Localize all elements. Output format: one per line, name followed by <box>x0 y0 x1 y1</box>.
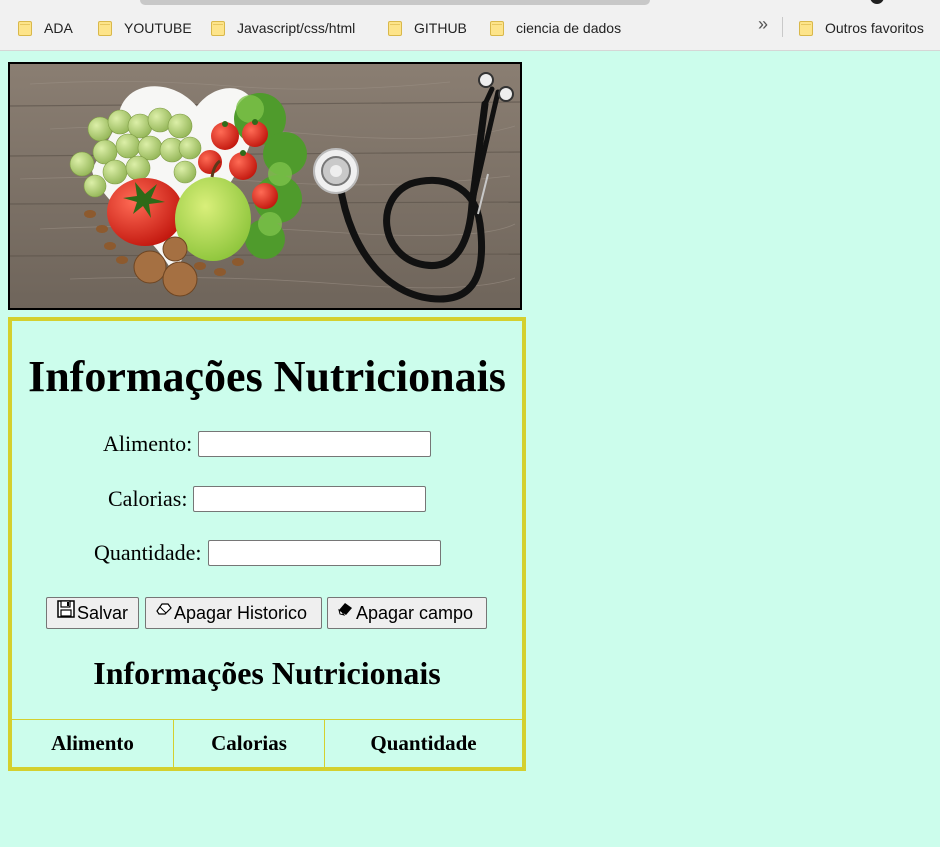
quantity-label: Quantidade: <box>94 540 202 565</box>
clear-field-button[interactable]: Apagar campo <box>327 597 487 629</box>
bookmarks-divider <box>782 17 783 37</box>
profile-icon[interactable] <box>870 0 884 4</box>
eraser-icon <box>338 602 354 616</box>
address-bar-edge <box>140 0 650 5</box>
bookmark-label: YOUTUBE <box>124 20 192 36</box>
save-button[interactable]: Salvar <box>46 597 139 629</box>
folder-icon <box>18 20 32 36</box>
calories-row: Calorias: <box>108 486 427 512</box>
clear-history-label: Apagar Historico <box>174 602 308 623</box>
bookmark-label: Javascript/css/html <box>237 20 356 36</box>
bookmarks-bar: ADA YOUTUBE Javascript/css/html GITHUB c… <box>0 0 940 51</box>
folder-icon <box>490 20 504 36</box>
page-title: Informações Nutricionais <box>28 352 506 401</box>
bookmark-ciencia-de-dados[interactable]: ciencia de dados <box>490 17 621 39</box>
bookmark-other-favorites[interactable]: Outros favoritos <box>799 17 924 39</box>
bookmark-ada[interactable]: ADA <box>18 17 73 39</box>
bookmark-youtube[interactable]: YOUTUBE <box>98 17 192 39</box>
healthy-food-stethoscope-illustration <box>10 64 520 308</box>
column-header-calories: Calorias <box>173 719 325 767</box>
table-header-row: Alimento Calorias Quantidade <box>12 719 522 767</box>
folder-icon <box>98 20 112 36</box>
clear-history-button[interactable]: Apagar Historico <box>145 597 322 629</box>
floppy-disk-icon <box>57 600 75 618</box>
nutrition-table: Alimento Calorias Quantidade <box>12 719 522 767</box>
bookmark-javascript-css-html[interactable]: Javascript/css/html <box>211 17 355 39</box>
bookmark-label: ciencia de dados <box>516 20 622 36</box>
bookmark-label: GITHUB <box>414 20 467 36</box>
food-label: Alimento: <box>103 431 193 456</box>
folder-icon <box>211 20 225 36</box>
column-header-food: Alimento <box>12 719 174 767</box>
bookmark-label: ADA <box>44 20 73 36</box>
hero-image <box>8 62 522 310</box>
table-title: Informações Nutricionais <box>93 655 441 691</box>
eraser-outline-icon <box>156 602 172 616</box>
folder-icon <box>799 20 813 36</box>
food-input[interactable] <box>198 431 432 457</box>
clear-field-label: Apagar campo <box>356 602 474 623</box>
bookmark-github[interactable]: GITHUB <box>388 17 467 39</box>
bookmark-label: Outros favoritos <box>825 20 924 36</box>
column-header-quantity: Quantidade <box>324 719 522 767</box>
quantity-row: Quantidade: <box>94 540 441 566</box>
calories-input[interactable] <box>193 486 427 512</box>
food-row: Alimento: <box>103 431 432 457</box>
bookmarks-overflow-chevron-icon[interactable]: » <box>758 14 768 35</box>
folder-icon <box>388 20 402 36</box>
calories-label: Calorias: <box>108 486 188 511</box>
nutrition-panel: Informações Nutricionais Alimento: Calor… <box>8 317 526 771</box>
quantity-input[interactable] <box>207 540 441 566</box>
save-button-label: Salvar <box>77 602 129 623</box>
